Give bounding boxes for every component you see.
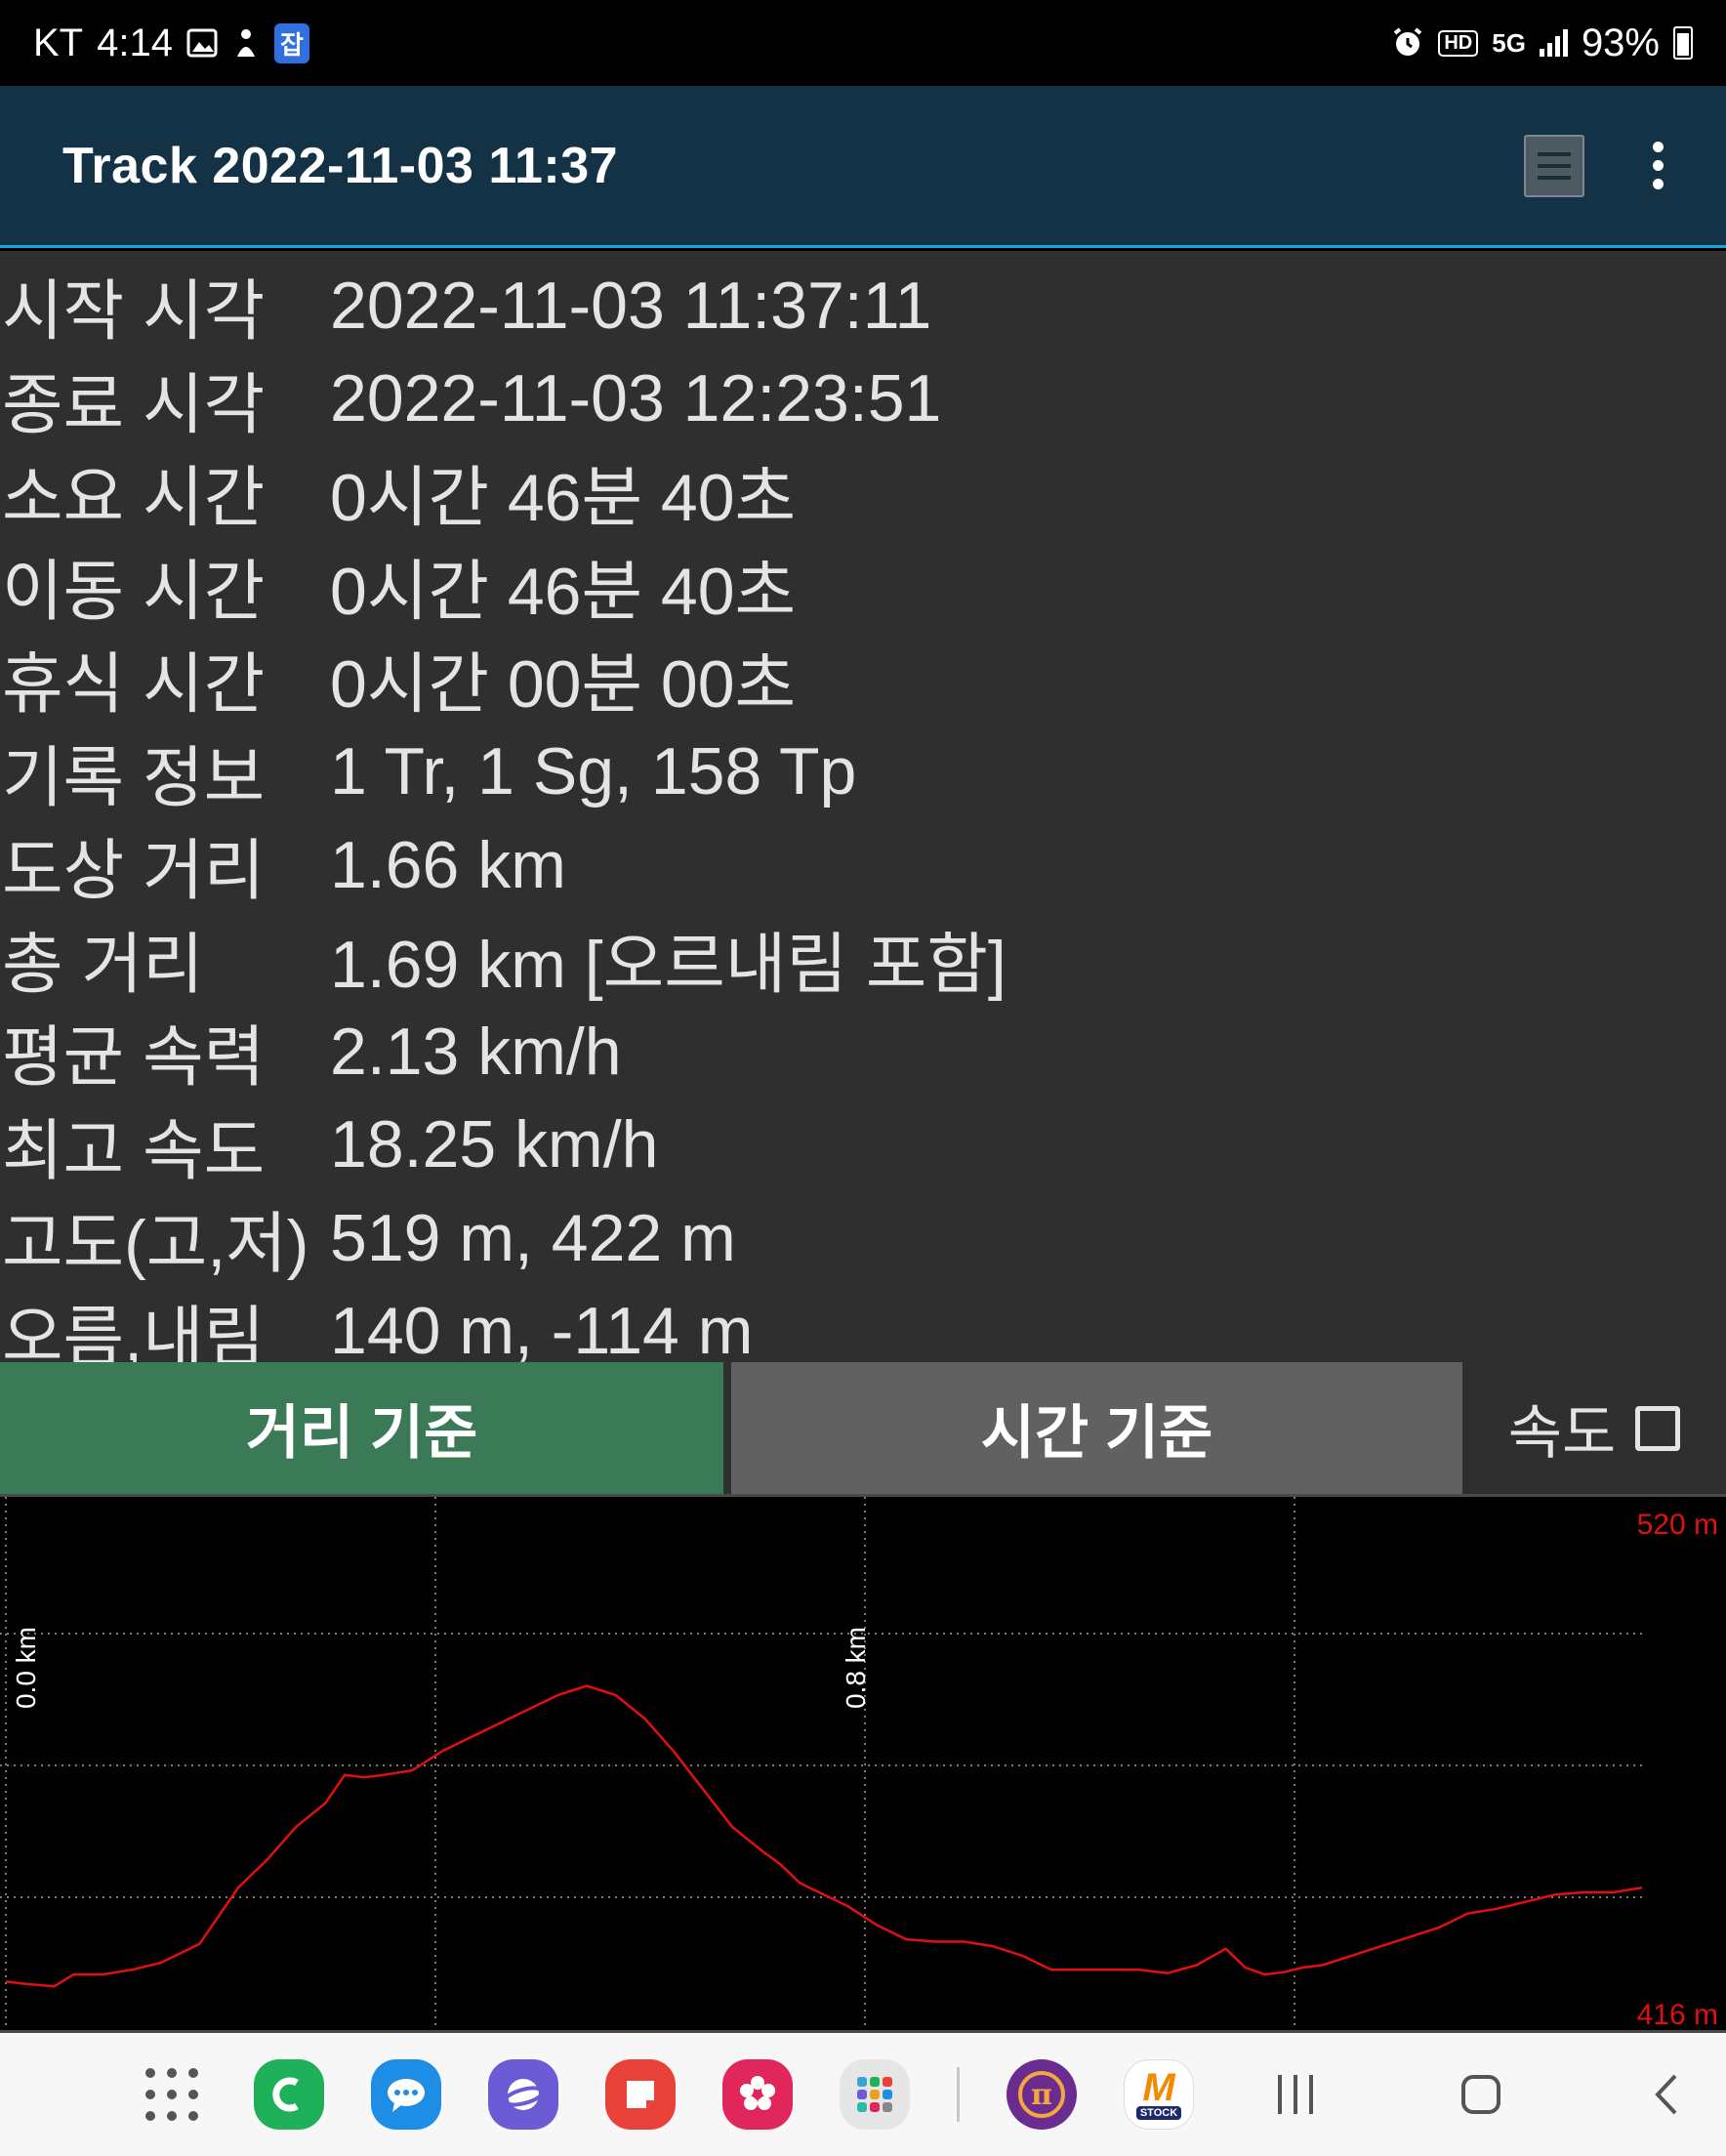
navigation-bar: π M STOCK: [0, 2033, 1726, 2156]
info-row-record-info: 기록 정보 1 Tr, 1 Sg, 158 Tp: [0, 726, 1726, 819]
info-label: 고도(고,저): [2, 1207, 309, 1282]
back-button[interactable]: [1631, 2059, 1702, 2130]
dock-separator: [957, 2067, 960, 2122]
chart-mode-toggles: 거리 기준 시간 기준 속도: [0, 1362, 1726, 1494]
signal-icon: [1539, 29, 1568, 57]
clock: 4:14: [97, 21, 173, 64]
5g-icon: 5G: [1492, 27, 1526, 58]
speed-toggle[interactable]: 속도: [1462, 1362, 1726, 1494]
elevation-chart-svg: 0.0 km 0.8 km 520 m 416 m: [0, 1497, 1718, 2030]
info-row-rest-time: 휴식 시간 0시간 00분 00초: [0, 632, 1726, 726]
carrier-label: KT: [33, 21, 84, 64]
y-min-label: 416 m: [1637, 1999, 1718, 2030]
notes-app-icon[interactable]: [605, 2059, 676, 2130]
info-label: 종료 시각: [2, 367, 266, 442]
speed-label: 속도: [1507, 1400, 1617, 1466]
info-label: 평균 속력: [2, 1020, 266, 1096]
messages-app-icon[interactable]: [371, 2059, 441, 2130]
info-value: 2.13 km/h: [330, 1014, 622, 1089]
info-row-map-distance: 도상 거리 1.66 km: [0, 818, 1726, 912]
gallery-app-icon[interactable]: [722, 2059, 793, 2130]
info-label: 기록 정보: [2, 740, 266, 815]
list-line: [1538, 175, 1571, 180]
status-bar: KT 4:14 잡 HD 5G 93%: [0, 0, 1726, 86]
recents-button[interactable]: [1260, 2059, 1331, 2130]
track-info-panel: 시작 시각 2022-11-03 11:37:11 종료 시각 2022-11-…: [0, 251, 1726, 1375]
info-value: 1 Tr, 1 Sg, 158 Tp: [330, 734, 857, 809]
list-view-button[interactable]: [1524, 134, 1584, 197]
info-value: 1.69 km [오르내림 포함]: [330, 927, 1007, 1002]
elevation-line: [5, 1684, 1643, 1988]
x-tick-label: 0.8 km: [841, 1627, 871, 1709]
info-row-start-time: 시작 시각 2022-11-03 11:37:11: [0, 259, 1726, 352]
info-label: 휴식 시간: [2, 647, 266, 723]
info-row-average-speed: 평균 속력 2.13 km/h: [0, 1005, 1726, 1099]
svg-text:π: π: [1031, 2078, 1052, 2112]
info-value: 18.25 km/h: [330, 1107, 659, 1182]
info-value: 140 m, -114 m: [330, 1294, 754, 1369]
info-row-elapsed-time: 소요 시간 0시간 46분 40초: [0, 445, 1726, 539]
info-label: 이동 시간: [2, 554, 266, 629]
info-label: 최고 속도: [2, 1113, 266, 1188]
info-value: 2022-11-03 11:37:11: [330, 268, 932, 343]
list-line: [1538, 151, 1571, 156]
folder-app-icon[interactable]: [840, 2059, 910, 2130]
home-button[interactable]: [1446, 2059, 1516, 2130]
distance-basis-button[interactable]: 거리 기준: [0, 1362, 723, 1494]
info-label: 소요 시간: [2, 461, 266, 536]
info-label: 총 거리: [2, 927, 204, 1002]
status-bar-right: HD 5G 93%: [1391, 21, 1693, 65]
info-label: 시작 시각: [2, 274, 266, 350]
more-options-icon[interactable]: [1653, 142, 1664, 189]
battery-percent: 93%: [1581, 21, 1660, 64]
app-bar-actions: [1524, 134, 1664, 197]
info-row-altitude: 고도(고,저) 519 m, 422 m: [0, 1191, 1726, 1285]
track-title: Track 2022-11-03 11:37: [62, 137, 619, 194]
y-max-label: 520 m: [1637, 1509, 1718, 1541]
time-basis-button[interactable]: 시간 기준: [731, 1362, 1462, 1494]
info-row-end-time: 종료 시각 2022-11-03 12:23:51: [0, 352, 1726, 446]
info-value: 0시간 46분 40초: [330, 554, 797, 629]
info-value: 519 m, 422 m: [330, 1200, 736, 1275]
internet-app-icon[interactable]: [488, 2059, 558, 2130]
info-row-moving-time: 이동 시간 0시간 46분 40초: [0, 539, 1726, 633]
mstock-app-icon[interactable]: M STOCK: [1124, 2059, 1194, 2130]
mstock-sub-label: STOCK: [1135, 2106, 1182, 2120]
info-label: 도상 거리: [2, 834, 266, 909]
app-bar: Track 2022-11-03 11:37: [0, 86, 1726, 248]
image-icon: [186, 28, 218, 58]
info-row-total-distance: 총 거리 1.69 km [오르내림 포함]: [0, 912, 1726, 1006]
hd-voice-icon: HD: [1438, 29, 1479, 57]
speed-checkbox[interactable]: [1635, 1405, 1681, 1451]
battery-icon: [1673, 26, 1693, 60]
status-bar-left: KT 4:14 잡: [33, 21, 309, 65]
alarm-icon: [1391, 26, 1424, 60]
info-value: 0시간 46분 40초: [330, 461, 797, 536]
info-value: 1.66 km: [330, 827, 566, 902]
app-drawer-icon[interactable]: [137, 2059, 207, 2130]
phone-app-icon[interactable]: [254, 2059, 324, 2130]
app-badge-icon: 잡: [273, 22, 309, 63]
pi-network-app-icon[interactable]: π: [1007, 2059, 1077, 2130]
list-line: [1538, 163, 1571, 168]
elevation-chart[interactable]: 0.0 km 0.8 km 520 m 416 m: [0, 1494, 1726, 2033]
notification-figure-icon: [231, 27, 261, 59]
x-tick-label: 0.0 km: [11, 1627, 41, 1709]
info-value: 2022-11-03 12:23:51: [330, 361, 942, 436]
info-row-max-speed: 최고 속도 18.25 km/h: [0, 1099, 1726, 1192]
info-value: 0시간 00분 00초: [330, 647, 797, 723]
